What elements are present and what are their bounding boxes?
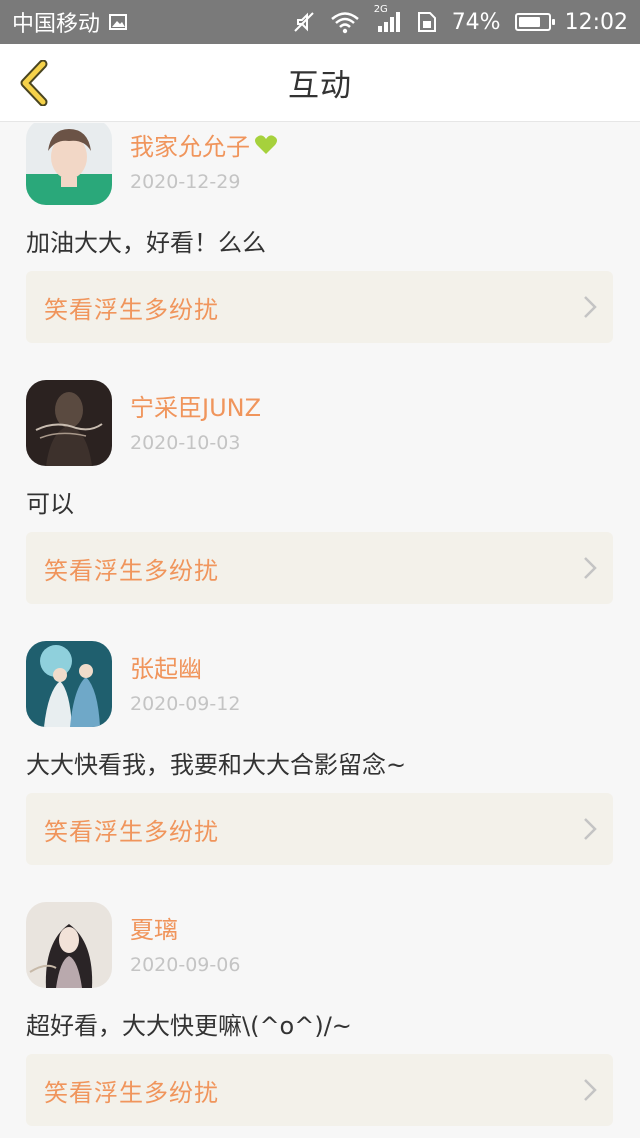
comment-text: 超好看，大大快更嘛\(^o^)/~ — [26, 1012, 352, 1040]
comment-date: 2020-12-29 — [130, 171, 241, 193]
network-badge: 2G — [373, 4, 388, 15]
carrier-label: 中国移动 — [12, 12, 101, 37]
book-link-card[interactable]: 笑看浮生多纷扰 — [26, 271, 613, 343]
book-link-card[interactable]: 笑看浮生多纷扰 — [26, 532, 613, 604]
comment-date: 2020-09-12 — [130, 693, 241, 715]
comment-date: 2020-09-06 — [130, 954, 241, 976]
user-name[interactable]: 张起幽 — [130, 649, 202, 684]
book-title: 笑看浮生多纷扰 — [44, 295, 219, 324]
top-nav-bar: 互动 — [0, 44, 640, 122]
user-name[interactable]: 我家允允子 — [130, 127, 278, 162]
comment-item: 张起幽 2020-09-12 大大快看我，我要和大大合影留念~ 笑看浮生多纷扰 — [0, 641, 640, 902]
wifi-icon — [330, 10, 360, 34]
comment-text: 加油大大，好看！么么 — [26, 229, 266, 257]
mute-icon — [292, 10, 316, 34]
chevron-right-icon — [584, 1079, 597, 1101]
chevron-right-icon — [584, 557, 597, 579]
image-icon — [108, 12, 128, 32]
battery-icon — [514, 13, 555, 31]
book-title: 笑看浮生多纷扰 — [44, 1078, 219, 1107]
signal-icon: 2G — [374, 4, 402, 34]
clock: 12:02 — [564, 9, 628, 35]
comment-date: 2020-10-03 — [130, 432, 241, 454]
comment-item: 夏璃 2020-09-06 超好看，大大快更嘛\(^o^)/~ 笑看浮生多纷扰 — [0, 902, 640, 1138]
heart-icon — [255, 134, 277, 154]
comment-item: 宁采臣JUNZ 2020-10-03 可以 笑看浮生多纷扰 — [0, 380, 640, 641]
book-link-card[interactable]: 笑看浮生多纷扰 — [26, 1054, 613, 1126]
chevron-right-icon — [584, 818, 597, 840]
chevron-right-icon — [584, 296, 597, 318]
avatar[interactable] — [26, 902, 112, 988]
user-name[interactable]: 宁采臣JUNZ — [130, 388, 261, 423]
user-name[interactable]: 夏璃 — [130, 910, 178, 945]
book-link-card[interactable]: 笑看浮生多纷扰 — [26, 793, 613, 865]
avatar[interactable] — [26, 380, 112, 466]
sim-icon — [416, 10, 438, 34]
comment-item: 我家允允子 2020-12-29 加油大大，好看！么么 笑看浮生多纷扰 — [0, 123, 640, 380]
comment-feed[interactable]: 我家允允子 2020-12-29 加油大大，好看！么么 笑看浮生多纷扰 宁采臣J… — [0, 123, 640, 1138]
book-title: 笑看浮生多纷扰 — [44, 817, 219, 846]
battery-percent: 74% — [451, 9, 501, 35]
comment-text: 大大快看我，我要和大大合影留念~ — [26, 751, 407, 779]
avatar[interactable] — [26, 123, 112, 205]
book-title: 笑看浮生多纷扰 — [44, 556, 219, 585]
comment-text: 可以 — [26, 490, 74, 518]
back-button[interactable] — [14, 58, 54, 108]
chevron-left-icon — [20, 60, 48, 106]
avatar[interactable] — [26, 641, 112, 727]
status-bar: 中国移动 2G 74% 12:02 — [0, 0, 640, 44]
page-title: 互动 — [288, 68, 352, 104]
